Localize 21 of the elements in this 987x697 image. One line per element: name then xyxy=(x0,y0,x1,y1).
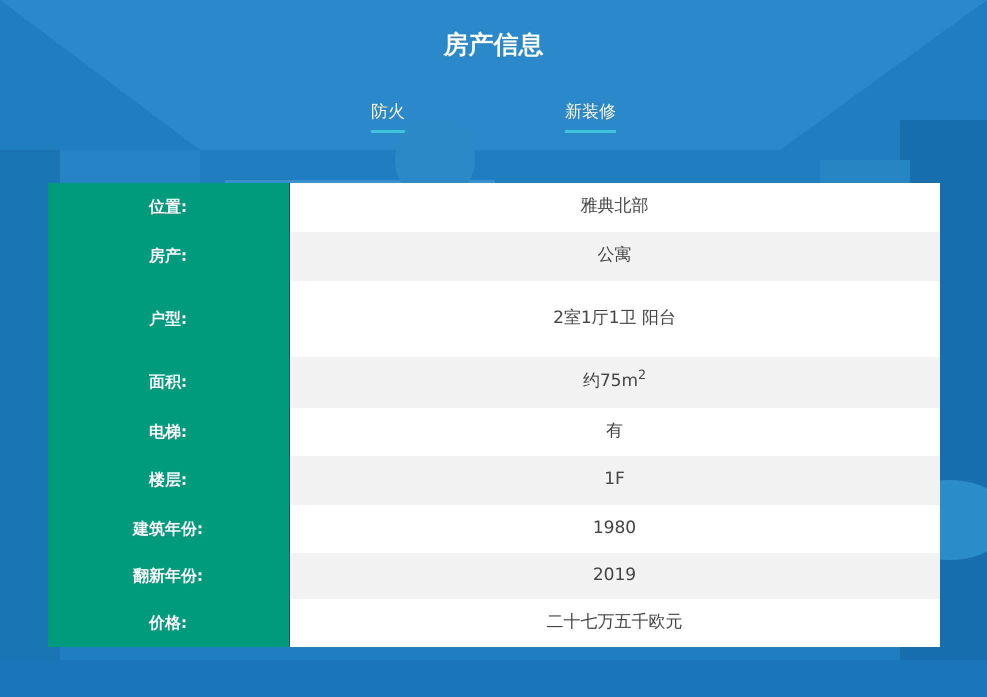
row-value: 1980 xyxy=(290,504,940,552)
row-value: 2室1厅1卫 阳台 xyxy=(290,280,940,356)
row-label: 电梯: xyxy=(48,408,290,456)
row-label: 翻新年份: xyxy=(48,552,290,598)
feature-tag: 新装修 xyxy=(565,100,616,132)
row-value: 2019 xyxy=(290,552,940,598)
row-label: 位置: xyxy=(48,182,290,232)
feature-tag: 防火 xyxy=(371,100,405,132)
row-value: 约75m$^{2}$ xyxy=(290,356,940,408)
row-label: 房产: xyxy=(48,232,290,280)
row-label: 价格: xyxy=(48,598,290,646)
row-value: 1F xyxy=(290,456,940,504)
page-title: 房产信息 xyxy=(444,29,544,61)
row-label: 建筑年份: xyxy=(48,504,290,552)
row-label: 户型: xyxy=(48,280,290,356)
row-label: 楼层: xyxy=(48,456,290,504)
row-value: 雅典北部 xyxy=(290,182,940,232)
row-label: 面积: xyxy=(48,356,290,408)
row-value: 公寓 xyxy=(290,232,940,280)
row-value: 二十七万五千欧元 xyxy=(290,598,940,646)
row-value: 有 xyxy=(290,408,940,456)
